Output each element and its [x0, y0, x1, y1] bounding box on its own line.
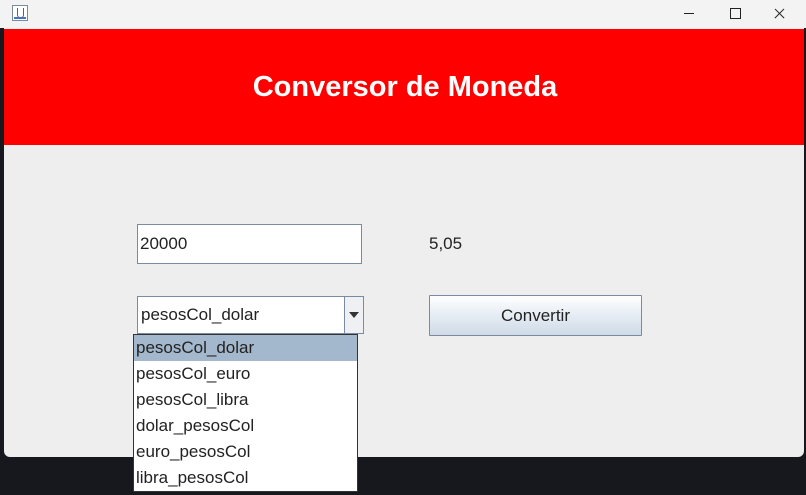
- dropdown-option-pesoscol-euro[interactable]: pesosCol_euro: [134, 361, 357, 387]
- dropdown-option-euro-pesoscol[interactable]: euro_pesosCol: [134, 439, 357, 465]
- title-bar[interactable]: [0, 0, 806, 28]
- conversion-combobox[interactable]: pesosCol_dolar: [137, 296, 364, 334]
- header-banner: Conversor de Moneda: [4, 29, 804, 145]
- chevron-down-icon[interactable]: [344, 297, 363, 333]
- app-window: Conversor de Moneda 5,05 pesosCol_dolar …: [0, 0, 806, 457]
- close-icon[interactable]: [757, 0, 803, 28]
- result-label: 5,05: [429, 234, 463, 253]
- conversion-dropdown-list: pesosCol_dolar pesosCol_euro pesosCol_li…: [133, 334, 358, 492]
- dropdown-option-libra-pesoscol[interactable]: libra_pesosCol: [134, 465, 357, 491]
- dropdown-option-dolar-pesoscol[interactable]: dolar_pesosCol: [134, 413, 357, 439]
- dropdown-option-pesoscol-dolar[interactable]: pesosCol_dolar: [134, 335, 357, 361]
- combobox-selected-value: pesosCol_dolar: [141, 305, 260, 324]
- convert-button[interactable]: Convertir: [429, 295, 642, 336]
- dropdown-option-pesoscol-libra[interactable]: pesosCol_libra: [134, 387, 357, 413]
- amount-input[interactable]: [137, 224, 362, 264]
- minimize-icon[interactable]: [666, 0, 712, 28]
- maximize-icon[interactable]: [712, 0, 758, 28]
- page-title: Conversor de Moneda: [252, 70, 558, 103]
- java-cup-icon[interactable]: [12, 5, 28, 21]
